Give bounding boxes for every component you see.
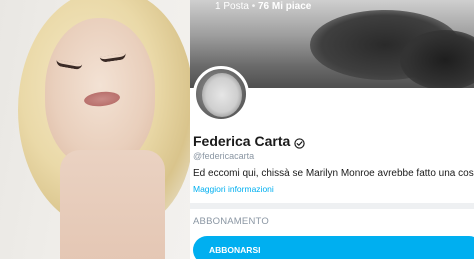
subscription-title: ABBONAMENTO xyxy=(193,216,269,227)
name-row: Federica Carta xyxy=(193,133,305,149)
stats-separator: • xyxy=(251,1,258,12)
more-info-link[interactable]: Maggiori informazioni xyxy=(193,184,274,194)
photo-neck xyxy=(60,150,165,259)
subscribe-button[interactable]: ABBONARSI xyxy=(193,236,474,259)
section-divider xyxy=(190,203,474,209)
verified-check-icon xyxy=(294,136,305,149)
profile-panel: 1 Posta • 76 Mi piace Federica Carta @fe… xyxy=(190,0,474,259)
profile-name: Federica Carta xyxy=(193,133,291,149)
profile-handle: @federicacarta xyxy=(193,151,255,161)
creator-photo xyxy=(0,0,190,259)
avatar[interactable] xyxy=(193,66,249,122)
posts-count: 1 Posta xyxy=(215,1,249,12)
profile-stats: 1 Posta • 76 Mi piace xyxy=(215,1,311,12)
profile-bio: Ed eccomi qui, chissà se Marilyn Monroe … xyxy=(193,168,474,179)
likes-count: 76 Mi piace xyxy=(257,1,312,12)
